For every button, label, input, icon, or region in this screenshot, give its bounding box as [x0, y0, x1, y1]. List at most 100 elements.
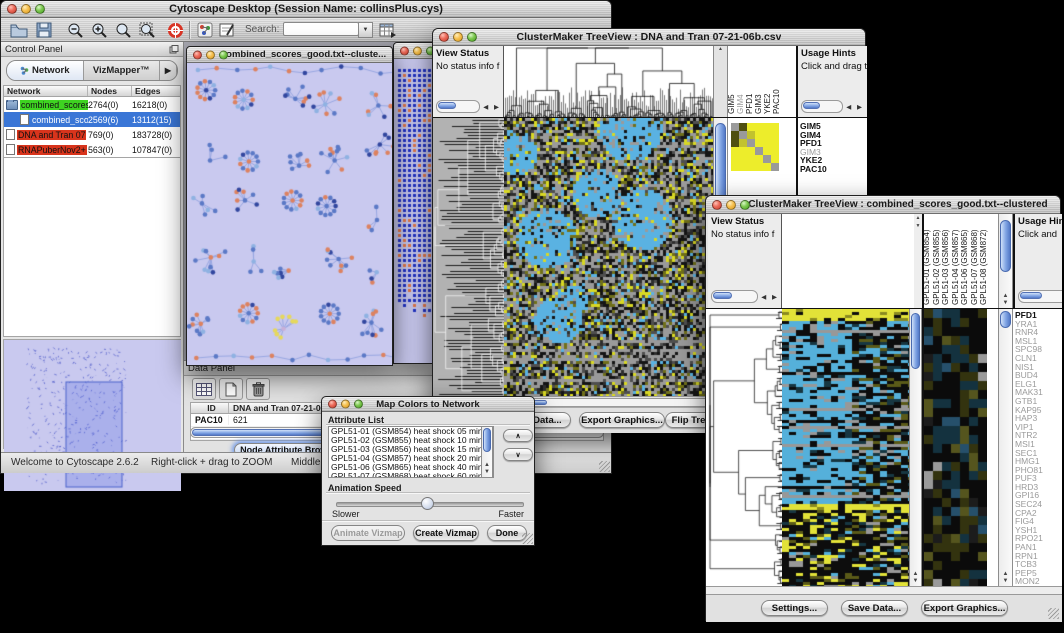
network-tree-whitespace[interactable] [3, 157, 181, 337]
matrix-cell[interactable] [739, 163, 747, 171]
gene-label[interactable]: RNR4 [1013, 328, 1062, 337]
close-button[interactable] [193, 50, 202, 59]
move-up-button[interactable]: ∧ [503, 429, 533, 442]
animate-vizmap-button[interactable]: Animate Vizmap [331, 525, 405, 541]
main-title-bar[interactable]: Cytoscape Desktop (Session Name: collins… [1, 1, 611, 18]
matrix-cell[interactable] [755, 163, 763, 171]
delete-attribute-button[interactable] [246, 378, 270, 400]
close-button[interactable] [439, 32, 449, 42]
zoom-button[interactable] [35, 4, 45, 14]
minimize-button[interactable] [21, 4, 31, 14]
gene-label[interactable]: ELG1 [1013, 380, 1062, 389]
gene-label[interactable]: HAP3 [1013, 414, 1062, 423]
close-button[interactable] [712, 200, 722, 210]
matrix-cell[interactable] [739, 155, 747, 163]
matrix-cell[interactable] [771, 163, 779, 171]
matrix-cell[interactable] [747, 131, 755, 139]
gene-label[interactable]: GPI16 [1013, 491, 1062, 500]
close-button[interactable] [7, 4, 17, 14]
minimize-button[interactable] [341, 400, 350, 409]
save-session-button[interactable] [34, 20, 54, 40]
gene-label[interactable]: SEC1 [1013, 449, 1062, 458]
search-dropdown-arrow[interactable]: ▼ [358, 22, 373, 38]
tv1-usage-scrollbar[interactable]: ◀ ▶ [801, 100, 864, 113]
zoom-button[interactable] [219, 50, 228, 59]
zoom-button[interactable] [354, 400, 363, 409]
tab-vizmapper[interactable]: VizMapper™ [84, 61, 161, 80]
gene-label[interactable]: MSL1 [1013, 337, 1062, 346]
tv1-gutter[interactable]: ▲ [713, 46, 728, 117]
gene-label[interactable]: GIM5 [798, 122, 867, 131]
gene-label[interactable]: CPA2 [1013, 509, 1062, 518]
matrix-cell[interactable] [747, 123, 755, 131]
gene-label[interactable]: YRA1 [1013, 320, 1062, 329]
matrix-cell[interactable] [739, 123, 747, 131]
create-vizmap-button[interactable]: Create Vizmap [413, 525, 479, 541]
gene-label[interactable]: PUF3 [1013, 474, 1062, 483]
matrix-cell[interactable] [731, 139, 739, 147]
matrix-cell[interactable] [763, 131, 771, 139]
matrix-cell[interactable] [747, 155, 755, 163]
help-button[interactable] [165, 20, 185, 40]
matrix-cell[interactable] [747, 163, 755, 171]
gene-label[interactable]: GIM3 [798, 148, 867, 157]
birdseye-view[interactable] [3, 339, 181, 449]
tv2-hscroll-area[interactable] [706, 586, 1062, 595]
gene-label[interactable]: MAK31 [1013, 388, 1062, 397]
gene-label[interactable]: RPO21 [1013, 534, 1062, 543]
matrix-cell[interactable] [763, 155, 771, 163]
matrix-cell[interactable] [731, 123, 739, 131]
animation-slider-thumb[interactable] [421, 497, 434, 510]
network2-title-bar[interactable] [394, 43, 436, 59]
tv1-heatmap[interactable] [504, 118, 713, 396]
scroll-thumb[interactable] [713, 292, 732, 299]
minimize-button[interactable] [453, 32, 463, 42]
zoom-button[interactable] [740, 200, 750, 210]
gene-label[interactable]: MSI1 [1013, 440, 1062, 449]
zoom-selected-button[interactable] [113, 20, 133, 40]
matrix-cell[interactable] [731, 163, 739, 171]
tab-overflow-arrow[interactable]: ▶ [160, 61, 177, 80]
gene-label[interactable]: PFD1 [798, 139, 867, 148]
gene-label[interactable]: BUD4 [1013, 371, 1062, 380]
scroll-thumb[interactable] [483, 428, 491, 452]
matrix-cell[interactable] [755, 139, 763, 147]
dialog-title-bar[interactable]: Map Colors to Network [322, 397, 534, 412]
action-button-save-data[interactable]: Save Data... [841, 600, 908, 616]
gene-label[interactable]: PFD1 [1013, 311, 1062, 320]
network-title-bar[interactable]: combined_scores_good.txt--cluste... [187, 47, 392, 63]
open-session-button[interactable] [9, 20, 29, 40]
zoom-button[interactable] [467, 32, 477, 42]
gene-label[interactable]: KAP95 [1013, 406, 1062, 415]
attribute-list-item[interactable]: GPL51-07 (GSM868) heat shock 60 min [329, 472, 493, 478]
matrix-cell[interactable] [771, 155, 779, 163]
network-tree-row[interactable]: combined_sco2569(6)13112(15) [4, 112, 180, 127]
zoom-in-button[interactable] [89, 20, 109, 40]
scroll-thumb[interactable] [1000, 311, 1011, 328]
tv1-matrix[interactable] [731, 123, 779, 171]
gene-label[interactable]: RPN1 [1013, 552, 1062, 561]
scroll-thumb[interactable] [1000, 220, 1011, 272]
scroll-arrows-icon[interactable]: ▲▼ [999, 571, 1012, 585]
matrix-cell[interactable] [739, 131, 747, 139]
gene-label[interactable]: TCB3 [1013, 560, 1062, 569]
matrix-cell[interactable] [755, 123, 763, 131]
gene-label[interactable]: CLN1 [1013, 354, 1062, 363]
tab-network[interactable]: Network [7, 61, 84, 80]
tv2-secondary-heatmap[interactable] [924, 309, 987, 586]
tv2-heatmap[interactable] [782, 309, 909, 586]
search-input[interactable] [283, 22, 359, 36]
gene-label[interactable]: HMG1 [1013, 457, 1062, 466]
annotation-button[interactable] [217, 20, 237, 40]
tv2-genelist-scrollbar[interactable]: ▲▼ [998, 309, 1013, 586]
tv2-column-tree-area[interactable] [782, 214, 914, 308]
scroll-arrows-icon[interactable]: ◀ ▶ [480, 103, 501, 111]
network-tree-row[interactable]: combined_scores_2764(0)16218(0) [4, 97, 180, 112]
resize-grip[interactable] [1048, 608, 1059, 619]
gene-label[interactable]: YSH1 [1013, 526, 1062, 535]
new-attribute-button[interactable] [219, 378, 243, 400]
minimize-button[interactable] [413, 46, 422, 55]
matrix-cell[interactable] [771, 131, 779, 139]
gene-label[interactable]: GIM4 [798, 131, 867, 140]
gene-label[interactable]: YKE2 [798, 156, 867, 165]
